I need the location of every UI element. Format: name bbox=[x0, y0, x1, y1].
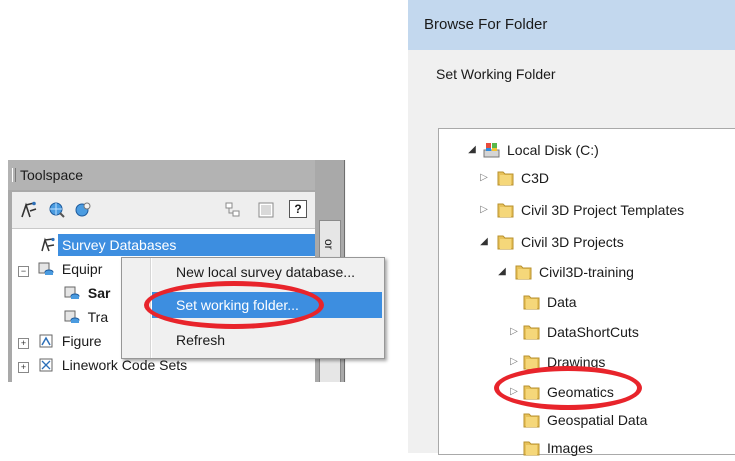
tree-item-label: Civil3D-training bbox=[539, 264, 634, 280]
expanded-arrow-icon[interactable]: ◢ bbox=[467, 137, 477, 163]
tree-item-sample[interactable]: Sar bbox=[64, 282, 110, 304]
collapse-toggle-icon[interactable]: − bbox=[18, 266, 29, 277]
folder-open-icon bbox=[515, 265, 532, 280]
tree-item-label: DataShortCuts bbox=[547, 324, 639, 340]
highlight-oval bbox=[494, 366, 642, 410]
side-tab-label: or bbox=[322, 239, 336, 250]
figure-prefix-icon bbox=[39, 334, 53, 348]
drive-icon bbox=[483, 143, 500, 158]
tree-item-label: Figure bbox=[61, 333, 102, 349]
tree-item-label: Survey Databases bbox=[62, 237, 177, 253]
tree-item-label: Images bbox=[547, 440, 593, 456]
tree-item-label: Linework Code Sets bbox=[61, 357, 188, 373]
tree-item-figure[interactable]: Figure bbox=[38, 330, 102, 352]
tree-item-label: Civil 3D Project Templates bbox=[521, 202, 685, 218]
tree-item-label: Data bbox=[547, 294, 577, 310]
folder-icon bbox=[523, 441, 540, 456]
survey-network-icon[interactable] bbox=[20, 201, 38, 219]
expanded-arrow-icon[interactable]: ◢ bbox=[479, 229, 489, 255]
menu-item-refresh[interactable]: Refresh bbox=[176, 328, 225, 352]
toolspace-toolbar: ? bbox=[12, 192, 315, 229]
folder-icon bbox=[497, 203, 514, 218]
toolspace-title-bar[interactable]: Toolspace bbox=[8, 160, 315, 190]
tree-item-trav[interactable]: Tra bbox=[64, 306, 108, 328]
highlight-oval bbox=[144, 281, 324, 329]
tree-item-equipment[interactable]: Equipr bbox=[38, 258, 102, 280]
toolspace-title: Toolspace bbox=[20, 167, 84, 183]
linework-icon bbox=[39, 358, 53, 372]
expand-toggle-icon[interactable]: + bbox=[18, 338, 29, 349]
collapsed-arrow-icon[interactable]: ▷ bbox=[479, 165, 489, 191]
collapsed-arrow-icon[interactable]: ▷ bbox=[509, 319, 519, 345]
tree-item-label: Civil 3D Projects bbox=[521, 234, 624, 250]
tree-item-label: Sar bbox=[87, 285, 111, 301]
grip-handle-icon[interactable] bbox=[12, 168, 16, 182]
folder-icon bbox=[523, 325, 540, 340]
globe-settings-icon[interactable] bbox=[74, 201, 92, 219]
folder-icon bbox=[523, 295, 540, 310]
tree-item-survey-databases[interactable]: Survey Databases bbox=[41, 234, 315, 256]
tree-item-label: Tra bbox=[87, 309, 109, 325]
tree-item-label: Local Disk (C:) bbox=[507, 142, 599, 158]
menu-item-new-local-survey-database[interactable]: New local survey database... bbox=[176, 260, 355, 284]
folder-icon bbox=[523, 413, 540, 428]
dialog-description: Set Working Folder bbox=[436, 66, 556, 82]
help-icon[interactable]: ? bbox=[289, 200, 307, 218]
database-icon bbox=[64, 286, 80, 299]
globe-search-icon[interactable] bbox=[48, 201, 66, 219]
database-icon bbox=[64, 310, 80, 323]
tree-view-icon[interactable] bbox=[224, 201, 242, 219]
dialog-title-bar: Browse For Folder bbox=[408, 0, 735, 50]
expanded-arrow-icon[interactable]: ◢ bbox=[497, 259, 507, 285]
item-view-icon[interactable] bbox=[257, 201, 275, 219]
tree-item-label: C3D bbox=[521, 170, 550, 186]
expand-toggle-icon[interactable]: + bbox=[18, 362, 29, 373]
tree-item-label: Equipr bbox=[61, 261, 103, 277]
collapsed-arrow-icon[interactable]: ▷ bbox=[479, 197, 489, 223]
folder-icon bbox=[497, 171, 514, 186]
folder-open-icon bbox=[497, 235, 514, 250]
survey-network-icon bbox=[41, 237, 55, 252]
tree-item-label: Geospatial Data bbox=[547, 412, 648, 428]
database-icon bbox=[38, 262, 54, 275]
